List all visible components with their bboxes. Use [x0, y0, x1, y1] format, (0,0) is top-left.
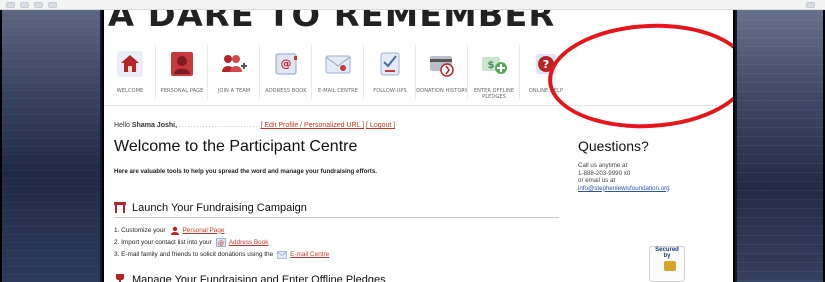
nav-personal-page[interactable]: Personal Page [156, 40, 208, 106]
address-book-link[interactable]: Address Book [229, 239, 269, 246]
edit-profile-link[interactable]: [ Edit Profile / Personalized URL ] [260, 122, 364, 129]
house-icon [117, 51, 143, 77]
nav-follow-ups[interactable]: Follow-Ups [364, 40, 416, 106]
section-launch-campaign: Launch Your Fundraising Campaign [114, 200, 559, 218]
money-plus-icon: $ [482, 57, 507, 74]
nav-welcome-label: Welcome [116, 88, 144, 94]
address-book-icon: @ [215, 237, 226, 247]
nav-address-book-label: Address Book [265, 88, 307, 94]
home-button[interactable] [48, 2, 57, 8]
participant-nav: Welcome Personal Page [104, 40, 733, 106]
browser-viewport: A DARE TO REMEMBER Welcome Perso [0, 10, 825, 282]
nav-join-team-label: Join a Team [217, 88, 251, 94]
forward-button[interactable] [20, 2, 29, 8]
personal-page-link[interactable]: Personal Page [183, 227, 225, 234]
questions-panel: Questions? Call us anytime at 1-888-203-… [578, 138, 728, 192]
email-centre-link[interactable]: E-mail Centre [290, 251, 329, 258]
steps-list: 1. Customize your Personal Page 2. Impor… [114, 224, 329, 260]
checklist-icon [380, 52, 400, 76]
team-icon [222, 55, 247, 72]
nav-email-centre-label: E-Mail Centre [318, 88, 358, 94]
list-item: 2. Import your contact list into your @ … [114, 237, 269, 247]
nav-enter-offline-pledges[interactable]: $ Enter Offline Pledges [468, 40, 520, 106]
list-item: 1. Customize your Personal Page [114, 226, 225, 235]
questions-title: Questions? [578, 138, 649, 154]
address-book-icon: @ [275, 53, 297, 75]
nav-welcome[interactable]: Welcome [104, 40, 156, 106]
help-icon: ? [536, 54, 556, 74]
logout-link[interactable]: [ Logout ] [366, 122, 395, 129]
participant-centre-page: A DARE TO REMEMBER Welcome Perso [104, 10, 733, 282]
nav-email-centre[interactable]: E-Mail Centre [312, 40, 364, 106]
support-email-link[interactable]: info@stephenlewisfoundation.org [578, 185, 670, 192]
nav-donation-history-label: Donation History [416, 88, 468, 94]
svg-text:@: @ [218, 240, 224, 247]
intro-text: Here are valuable tools to help you spre… [114, 168, 378, 175]
person-icon [170, 226, 179, 235]
nav-donation-history[interactable]: Donation History [416, 40, 468, 106]
greeting-hello: Hello [114, 122, 130, 129]
section-manage-fundraising-title: Manage Your Fundraising and Enter Offlin… [132, 274, 386, 282]
browser-toolbar-strip [0, 0, 825, 10]
email-icon [277, 250, 288, 259]
svg-text:$: $ [488, 60, 495, 71]
user-name: Shama Joshi, [131, 122, 178, 129]
nav-online-help[interactable]: ? Online Help [520, 40, 572, 106]
svg-text:?: ? [543, 58, 549, 71]
credit-card-icon [430, 56, 454, 77]
svg-text:@: @ [281, 57, 292, 70]
greeting-row: Hello Shama Joshi, .....................… [114, 122, 395, 129]
list-item: 3. E-mail family and friends to solicit … [114, 250, 330, 259]
page-background-left [2, 10, 102, 282]
nav-personal-page-label: Personal Page [160, 88, 204, 94]
page-background-right [735, 10, 823, 282]
banner-icon [114, 202, 126, 213]
page-title: Welcome to the Participant Centre [114, 138, 358, 155]
nav-join-team[interactable]: Join a Team [208, 40, 260, 106]
email-icon [325, 55, 351, 74]
support-phone: 1-888-203-9990 x0 [578, 169, 631, 177]
lock-icon [664, 261, 676, 271]
nav-follow-ups-label: Follow-Ups [373, 88, 407, 94]
nav-address-book[interactable]: @ Address Book [260, 40, 312, 106]
greeting-dots: ........................... [179, 122, 259, 129]
trophy-icon [116, 274, 124, 282]
nav-online-help-label: Online Help [528, 88, 564, 94]
secured-by-badge[interactable]: Secured by [649, 246, 685, 282]
section-manage-fundraising: Manage Your Fundraising and Enter Offlin… [114, 272, 559, 282]
nav-enter-offline-pledges-label: Enter Offline Pledges [473, 88, 515, 100]
person-icon [171, 52, 193, 76]
section-launch-campaign-title: Launch Your Fundraising Campaign [132, 202, 307, 214]
menu-button[interactable] [806, 2, 815, 8]
site-title: A DARE TO REMEMBER [108, 10, 556, 34]
back-button[interactable] [6, 2, 15, 8]
questions-text: Call us anytime at 1-888-203-9990 x0 or … [578, 162, 728, 192]
refresh-button[interactable] [34, 2, 43, 8]
